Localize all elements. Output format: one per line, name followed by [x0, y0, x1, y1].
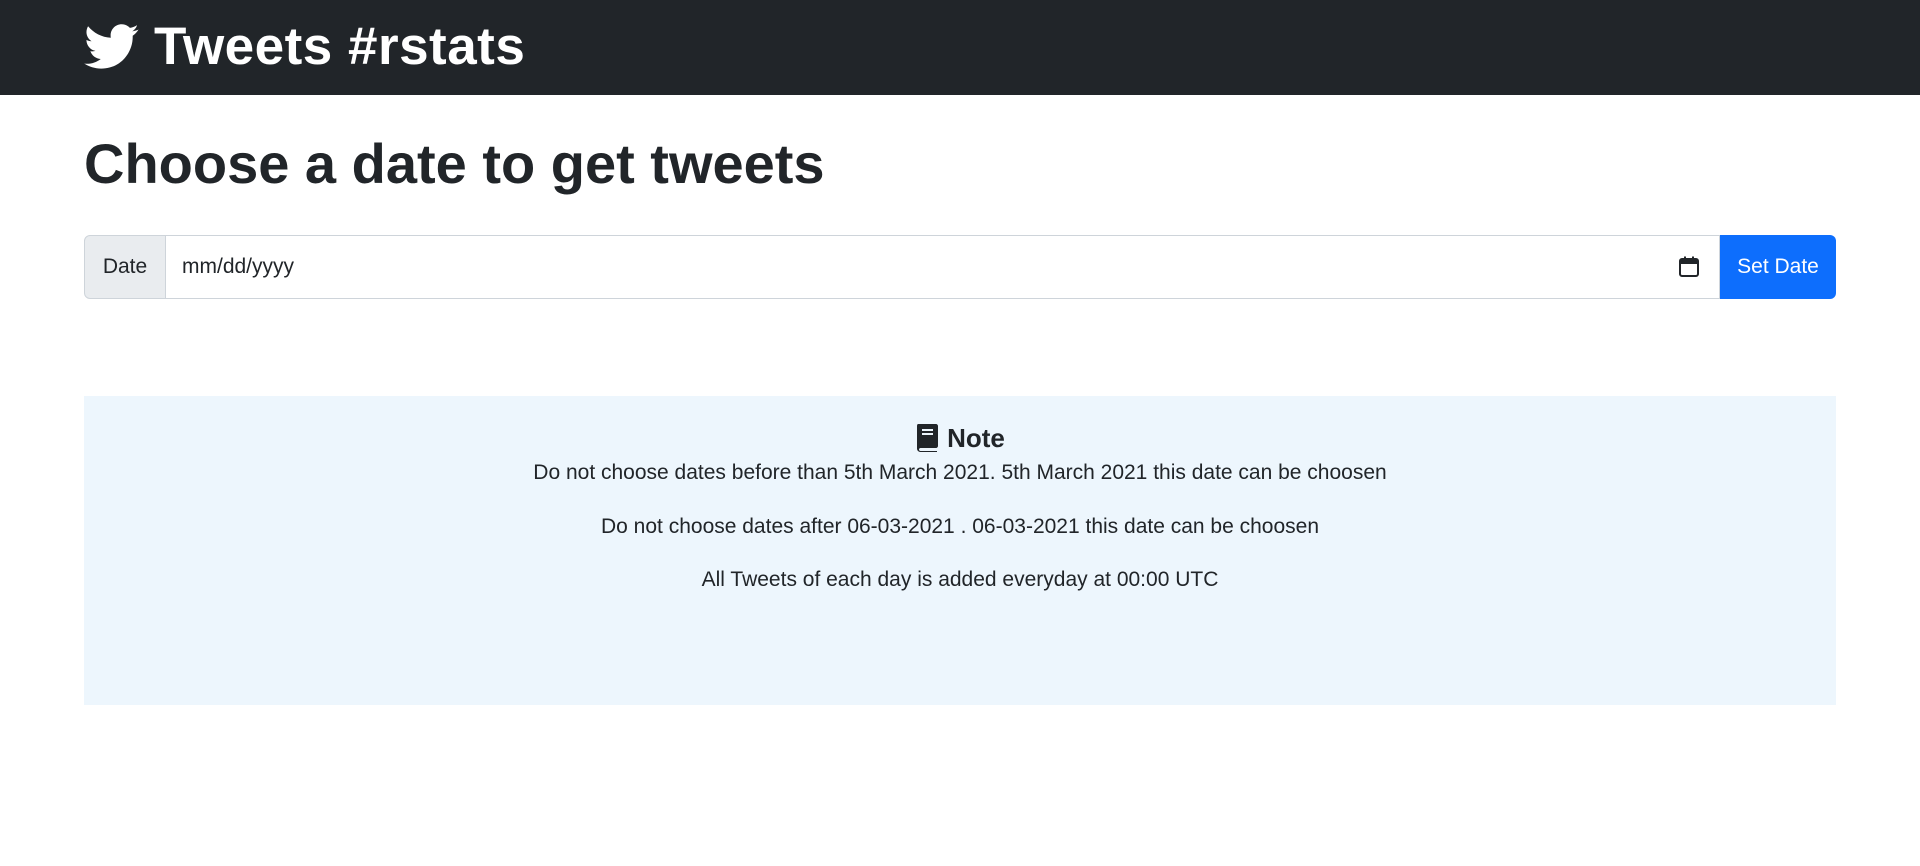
twitter-bird-icon — [84, 24, 140, 70]
note-panel: Note Do not choose dates before than 5th… — [84, 396, 1836, 705]
date-form: Date mm/dd/yyyy Set Date — [84, 235, 1836, 299]
brand-link[interactable]: Tweets #rstats — [84, 14, 525, 80]
note-line-date-min: Do not choose dates before than 5th Marc… — [533, 461, 1387, 484]
note-title: Note — [947, 423, 1005, 453]
calendar-icon[interactable] — [1677, 255, 1701, 279]
date-input-value: mm/dd/yyyy — [182, 255, 295, 278]
note-line-update-time: All Tweets of each day is added everyday… — [701, 568, 1219, 591]
note-line-date-max: Do not choose dates after 06-03-2021 . 0… — [601, 515, 1319, 538]
top-navbar: Tweets #rstats — [0, 0, 1920, 95]
date-label: Date — [84, 235, 166, 299]
page-title: Choose a date to get tweets — [84, 132, 825, 195]
date-input[interactable]: mm/dd/yyyy — [166, 235, 1720, 299]
brand-title: Tweets #rstats — [154, 17, 526, 76]
set-date-button[interactable]: Set Date — [1720, 235, 1836, 299]
note-heading: Note — [84, 418, 1836, 458]
book-icon — [915, 424, 939, 452]
